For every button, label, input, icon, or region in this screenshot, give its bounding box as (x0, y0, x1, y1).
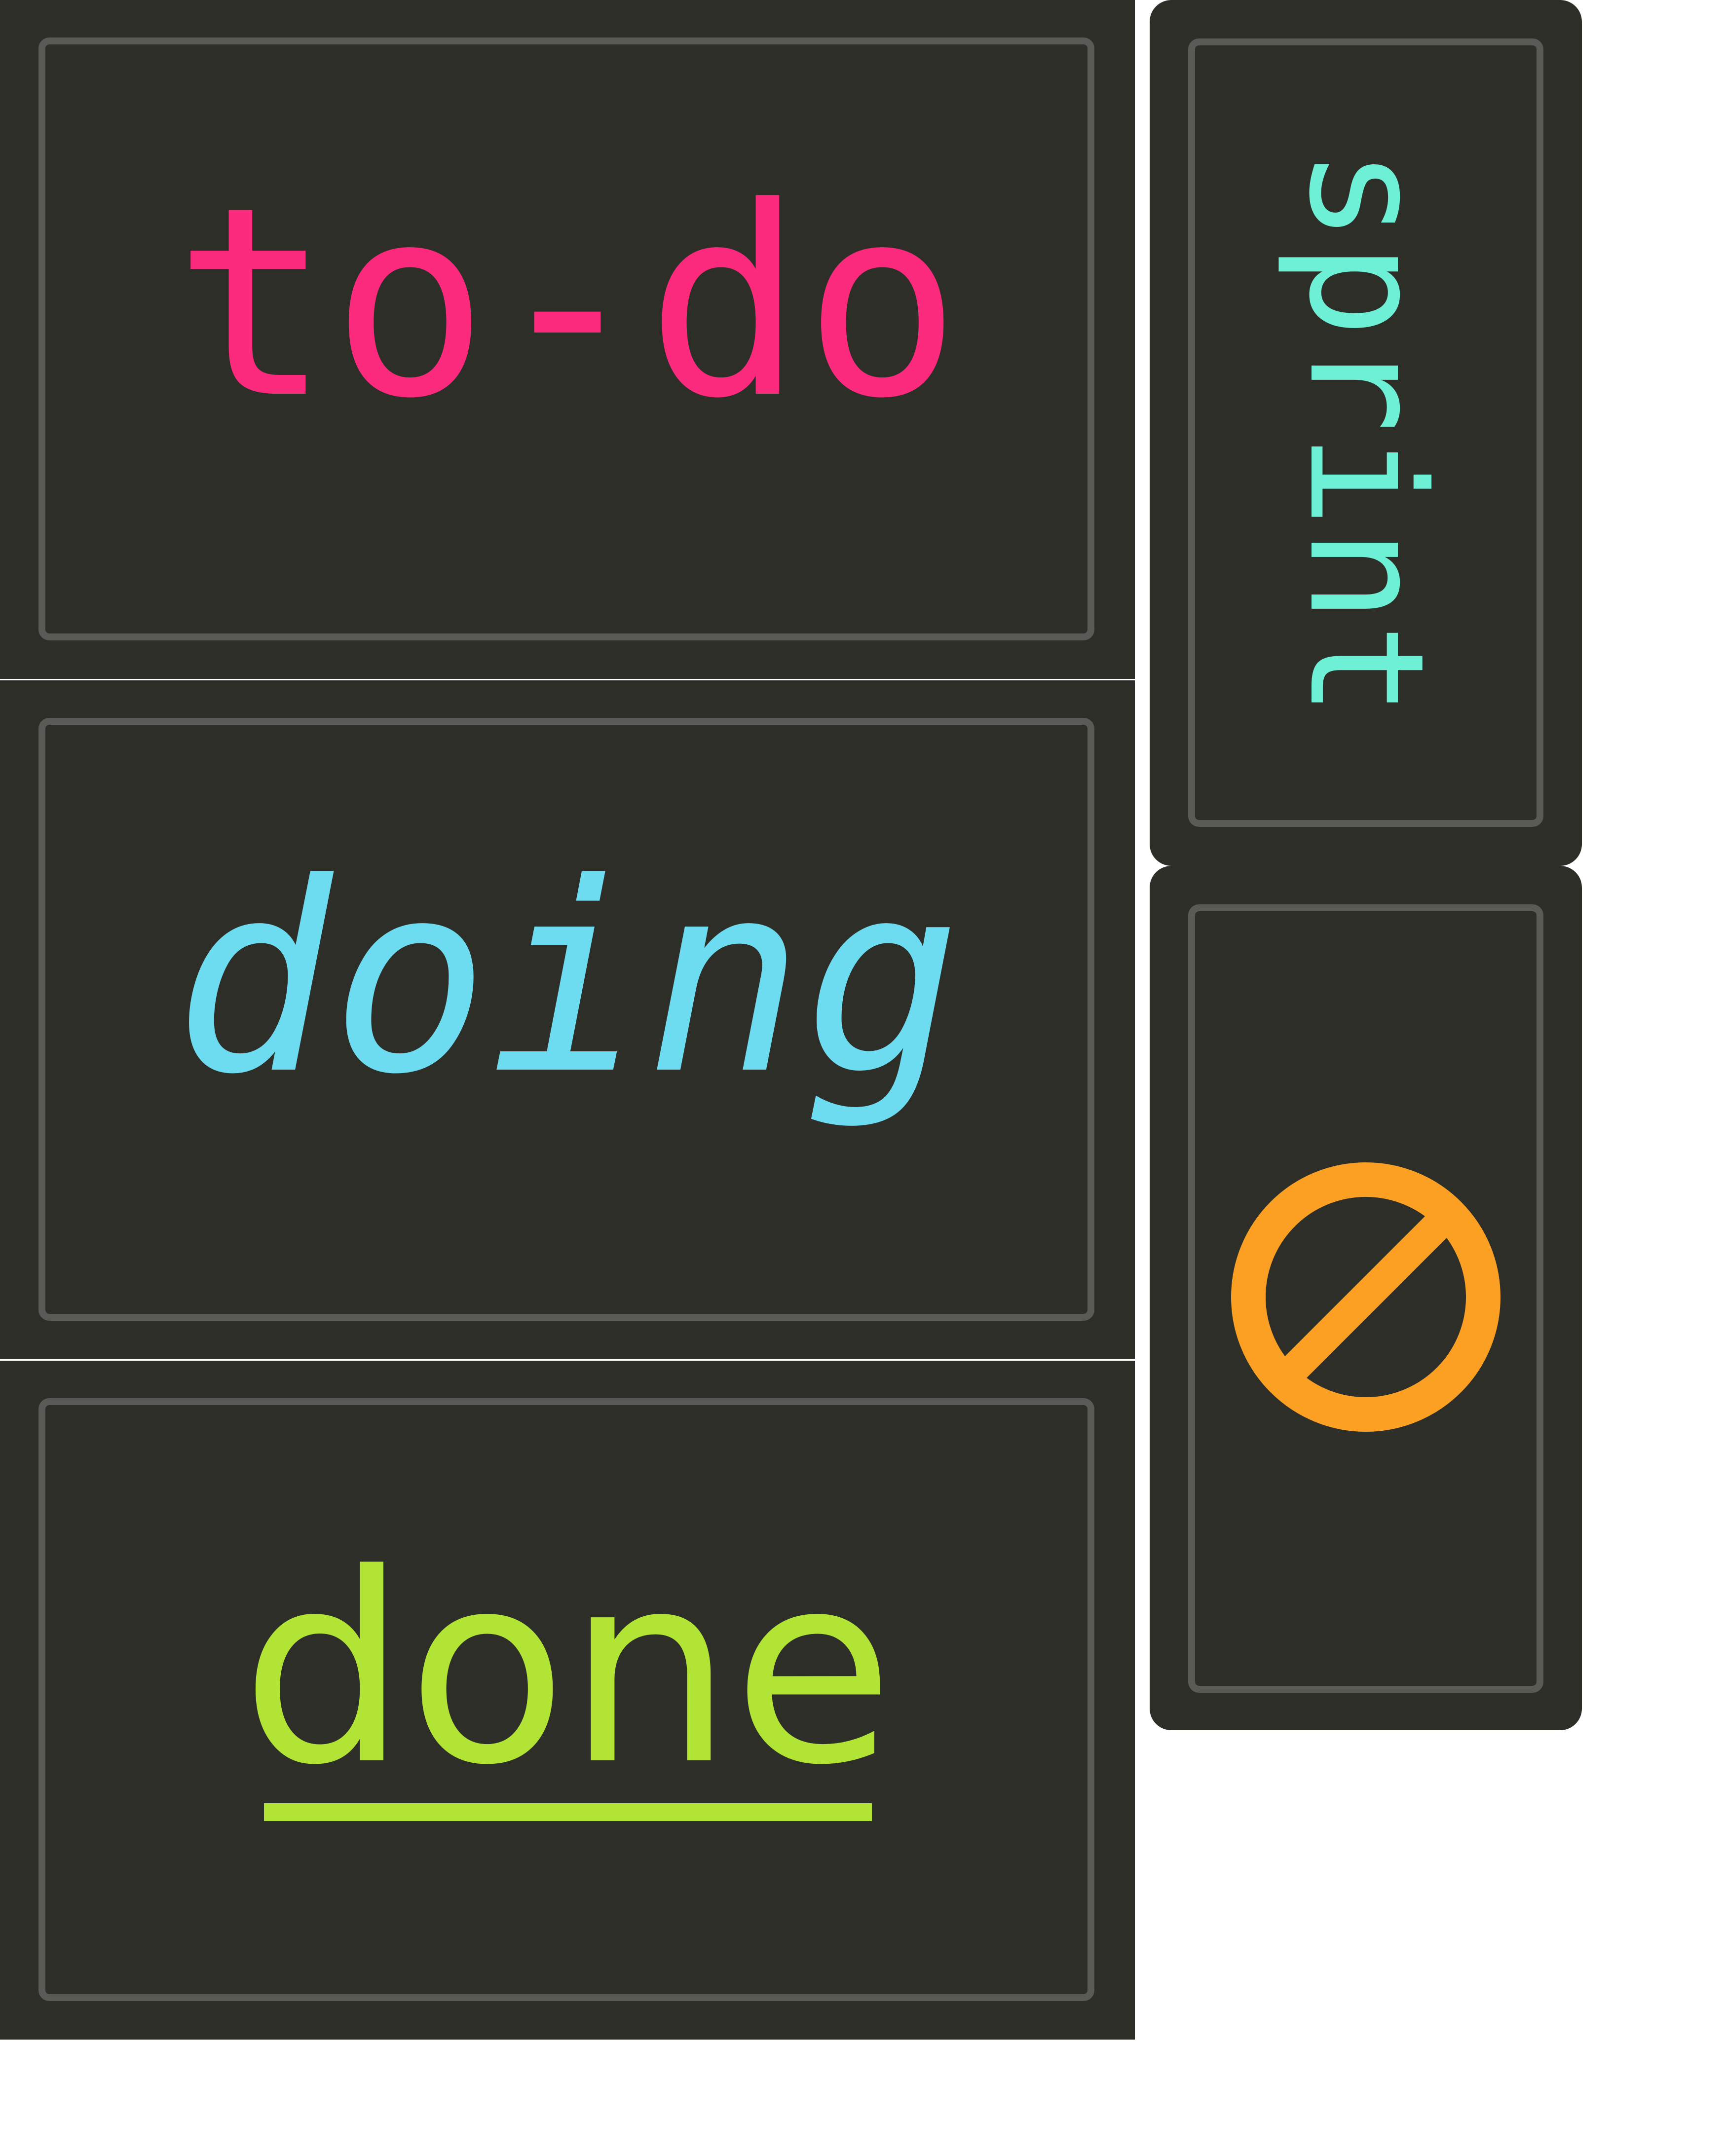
done-underline (264, 1803, 872, 1821)
prohibited-icon (1231, 1162, 1500, 1432)
todo-label: to-do (174, 151, 961, 455)
done-label: done (241, 1518, 894, 1822)
doing-label: doing (174, 827, 961, 1131)
sprint-label: sprint (1274, 148, 1458, 718)
